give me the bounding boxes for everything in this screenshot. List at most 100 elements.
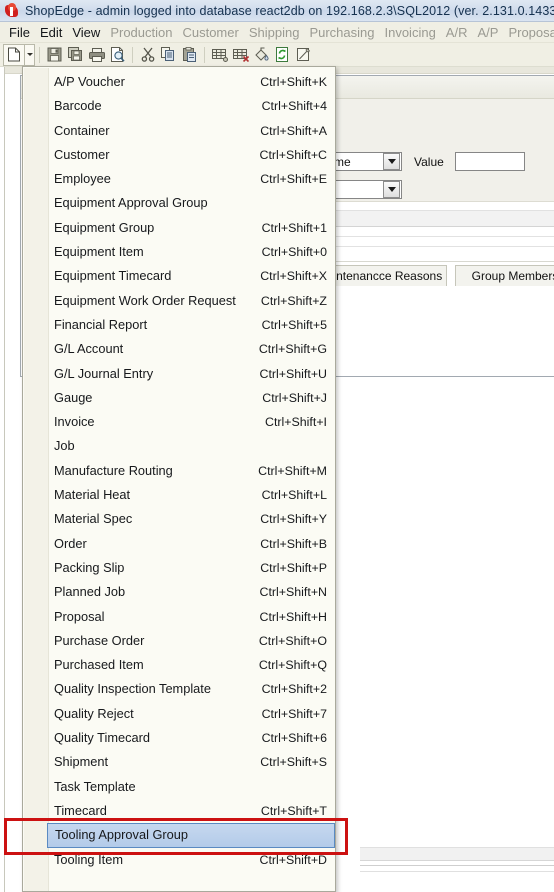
menu-item-material-spec[interactable]: Material Spec Ctrl+Shift+Y	[48, 507, 335, 531]
menu-item-label: Proposal	[54, 608, 105, 624]
menu-item-quality-inspection-template[interactable]: Quality Inspection Template Ctrl+Shift+2	[48, 677, 335, 701]
tab-group-members[interactable]: Group Members	[455, 265, 554, 286]
menu-item-equipment-group[interactable]: Equipment Group Ctrl+Shift+1	[48, 216, 335, 240]
menu-item-equipment-approval-group[interactable]: Equipment Approval Group	[48, 191, 335, 215]
menubar-item-invoicing[interactable]: Invoicing	[379, 23, 440, 42]
menubar-item-a-p[interactable]: A/P	[472, 23, 503, 42]
tab-label: Group Members	[471, 269, 554, 283]
menu-item-task-template[interactable]: Task Template	[48, 775, 335, 799]
menu-item-shortcut: Ctrl+Shift+A	[260, 123, 327, 138]
menu-item-label: Employee	[54, 171, 111, 187]
menubar-item-view[interactable]: View	[67, 23, 105, 42]
menu-item-a-p-voucher[interactable]: A/P Voucher Ctrl+Shift+K	[48, 70, 335, 94]
menu-item-quality-timecard[interactable]: Quality Timecard Ctrl+Shift+6	[48, 726, 335, 750]
lower-grid-header	[360, 847, 554, 861]
menu-item-shortcut: Ctrl+Shift+C	[259, 147, 327, 162]
menu-item-tooling-approval-group[interactable]: Tooling Approval Group	[47, 823, 335, 848]
refresh-document-icon[interactable]	[272, 45, 293, 65]
menu-item-shortcut: Ctrl+Shift+0	[261, 245, 327, 260]
menu-item-label: Packing Slip	[54, 559, 125, 575]
menu-item-label: A/P Voucher	[54, 74, 125, 89]
menu-item-proposal[interactable]: Proposal Ctrl+Shift+H	[48, 605, 335, 629]
new-object-menu[interactable]: A/P Voucher Ctrl+Shift+K Barcode Ctrl+Shift…	[22, 66, 336, 892]
filter-value-input[interactable]	[454, 152, 525, 171]
menubar-item-purchasing[interactable]: Purchasing	[304, 23, 379, 42]
menu-item-purchase-order[interactable]: Purchase Order Ctrl+Shift+O	[48, 629, 335, 653]
menu-item-shortcut: Ctrl+Shift+P	[260, 560, 327, 575]
menu-item-equipment-work-order-request[interactable]: Equipment Work Order Request Ctrl+Shift+Z	[48, 289, 335, 313]
menu-item-equipment-item[interactable]: Equipment Item Ctrl+Shift+0	[48, 240, 335, 264]
chevron-down-icon[interactable]	[383, 181, 400, 198]
menu-item-job[interactable]: Job	[48, 434, 335, 458]
menu-item-shortcut: Ctrl+Shift+5	[261, 317, 327, 332]
menu-item-timecard[interactable]: Timecard Ctrl+Shift+T	[48, 799, 335, 823]
menu-item-invoice[interactable]: Invoice Ctrl+Shift+I	[48, 410, 335, 434]
menu-item-label: Quality Timecard	[54, 730, 151, 746]
menu-item-shortcut: Ctrl+Shift+J	[262, 390, 327, 405]
menu-item-shortcut: Ctrl+Shift+Y	[260, 512, 327, 527]
grid-delete-icon[interactable]	[230, 45, 251, 65]
grid-icon[interactable]	[209, 45, 230, 65]
menu-item-label: Timecard	[54, 802, 107, 818]
new-document-dropdown-caret-icon[interactable]	[25, 43, 35, 66]
menu-item-label: Financial Report	[54, 316, 148, 332]
paint-icon[interactable]	[251, 45, 272, 65]
menu-item-label: G/L Journal Entry	[54, 365, 154, 381]
menubar: File Edit View Production Customer Shipping Pu…	[0, 22, 554, 43]
new-document-icon[interactable]	[3, 43, 25, 66]
window-titlebar: ShopEdge - admin logged into database re…	[0, 0, 554, 22]
menu-item-quality-reject[interactable]: Quality Reject Ctrl+Shift+7	[48, 702, 335, 726]
menu-item-financial-report[interactable]: Financial Report Ctrl+Shift+5	[48, 313, 335, 337]
lower-grid-divider	[360, 871, 554, 872]
menubar-item-production[interactable]: Production	[105, 23, 177, 42]
menu-item-shipment[interactable]: Shipment Ctrl+Shift+S	[48, 750, 335, 774]
print-icon[interactable]	[86, 45, 107, 65]
copy-icon[interactable]	[158, 45, 179, 65]
menu-item-label: Material Heat	[54, 487, 131, 503]
menu-item-planned-job[interactable]: Planned Job Ctrl+Shift+N	[48, 580, 335, 604]
save-icon[interactable]	[44, 45, 65, 65]
menu-item-tooling-item[interactable]: Tooling Item Ctrl+Shift+D	[48, 848, 335, 872]
chevron-down-icon[interactable]	[383, 153, 400, 170]
menu-item-shortcut: Ctrl+Shift+2	[261, 682, 327, 697]
menu-item-label: Tooling Item	[54, 851, 123, 867]
toolbar-separator	[132, 46, 133, 63]
menu-item-shortcut: Ctrl+Shift+B	[260, 536, 327, 551]
lower-grid-divider	[360, 865, 554, 866]
edit-document-icon[interactable]	[293, 45, 314, 65]
menu-item-equipment-timecard[interactable]: Equipment Timecard Ctrl+Shift+X	[48, 264, 335, 288]
menubar-item-file[interactable]: File	[4, 23, 35, 42]
menu-item-gauge[interactable]: Gauge Ctrl+Shift+J	[48, 386, 335, 410]
menu-item-material-heat[interactable]: Material Heat Ctrl+Shift+L	[48, 483, 335, 507]
menubar-item-a-r[interactable]: A/R	[441, 23, 473, 42]
menu-item-g-l-journal-entry[interactable]: G/L Journal Entry Ctrl+Shift+U	[48, 362, 335, 386]
menu-item-purchased-item[interactable]: Purchased Item Ctrl+Shift+Q	[48, 653, 335, 677]
menu-item-barcode[interactable]: Barcode Ctrl+Shift+4	[48, 94, 335, 118]
menu-item-manufacture-routing[interactable]: Manufacture Routing Ctrl+Shift+M	[48, 459, 335, 483]
menu-item-shortcut: Ctrl+Shift+N	[259, 585, 327, 600]
menu-item-shortcut: Ctrl+Shift+X	[260, 269, 327, 284]
menu-item-customer[interactable]: Customer Ctrl+Shift+C	[48, 143, 335, 167]
menu-item-label: Job	[54, 438, 75, 454]
menubar-item-shipping[interactable]: Shipping	[244, 23, 305, 42]
menubar-item-proposa[interactable]: Proposa	[503, 23, 554, 42]
menubar-item-customer[interactable]: Customer	[177, 23, 243, 42]
print-preview-icon[interactable]	[107, 45, 128, 65]
menu-item-label: Customer	[54, 146, 110, 162]
menu-item-g-l-account[interactable]: G/L Account Ctrl+Shift+G	[48, 337, 335, 361]
shopedge-logo-icon	[4, 2, 20, 19]
cut-icon[interactable]	[137, 45, 158, 65]
menu-item-label: Container	[54, 122, 110, 138]
save-all-icon[interactable]	[65, 45, 86, 65]
menu-item-label: Quality Reject	[54, 705, 134, 721]
menu-item-label: Planned Job	[54, 584, 126, 600]
menu-item-label: Manufacture Routing	[54, 462, 173, 478]
menubar-item-edit[interactable]: Edit	[35, 23, 67, 42]
window-title: ShopEdge - admin logged into database re…	[25, 3, 554, 18]
menu-item-container[interactable]: Container Ctrl+Shift+A	[48, 119, 335, 143]
menu-item-order[interactable]: Order Ctrl+Shift+B	[48, 532, 335, 556]
menu-item-employee[interactable]: Employee Ctrl+Shift+E	[48, 167, 335, 191]
menu-item-shortcut: Ctrl+Shift+6	[261, 731, 327, 746]
menu-item-packing-slip[interactable]: Packing Slip Ctrl+Shift+P	[48, 556, 335, 580]
paste-icon[interactable]	[179, 45, 200, 65]
